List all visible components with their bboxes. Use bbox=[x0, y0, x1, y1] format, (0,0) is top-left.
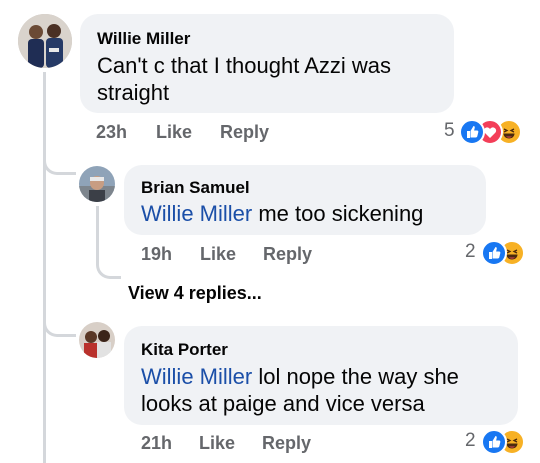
comment-time[interactable]: 19h bbox=[141, 244, 172, 265]
comment-text: Willie Miller me too sickening bbox=[141, 200, 481, 227]
reaction-count[interactable]: 5 bbox=[444, 120, 455, 142]
avatar[interactable] bbox=[79, 322, 115, 358]
reaction-count[interactable]: 2 bbox=[465, 430, 476, 452]
like-button[interactable]: Like bbox=[199, 433, 235, 454]
like-button[interactable]: Like bbox=[156, 122, 192, 143]
comment-author[interactable]: Brian Samuel bbox=[141, 178, 250, 198]
comment-text: Can't c that I thought Azzi was straight bbox=[97, 53, 392, 105]
thread-line-replies bbox=[96, 206, 121, 279]
thread-line-branch-2 bbox=[43, 318, 76, 337]
like-button[interactable]: Like bbox=[200, 244, 236, 265]
like-icon[interactable] bbox=[481, 240, 507, 266]
mention-link[interactable]: Willie Miller bbox=[141, 364, 252, 389]
reply-button[interactable]: Reply bbox=[220, 122, 269, 143]
avatar[interactable] bbox=[79, 166, 115, 202]
reply-button[interactable]: Reply bbox=[263, 244, 312, 265]
comment-time[interactable]: 23h bbox=[96, 122, 127, 143]
comment-text-content: me too sickening bbox=[252, 201, 424, 226]
comment-time[interactable]: 21h bbox=[141, 433, 172, 454]
avatar[interactable] bbox=[18, 14, 72, 68]
thread-line-branch-1 bbox=[43, 158, 76, 175]
comment-author[interactable]: Willie Miller bbox=[97, 29, 190, 49]
reply-button[interactable]: Reply bbox=[262, 433, 311, 454]
thread-line-main bbox=[43, 72, 46, 463]
comment-author[interactable]: Kita Porter bbox=[141, 340, 228, 360]
reaction-count[interactable]: 2 bbox=[465, 241, 476, 263]
like-icon[interactable] bbox=[459, 119, 485, 145]
comment-text: Willie Miller lol nope the way she looks… bbox=[141, 363, 511, 417]
view-replies-link[interactable]: View 4 replies... bbox=[128, 283, 262, 304]
like-icon[interactable] bbox=[481, 429, 507, 455]
mention-link[interactable]: Willie Miller bbox=[141, 201, 252, 226]
